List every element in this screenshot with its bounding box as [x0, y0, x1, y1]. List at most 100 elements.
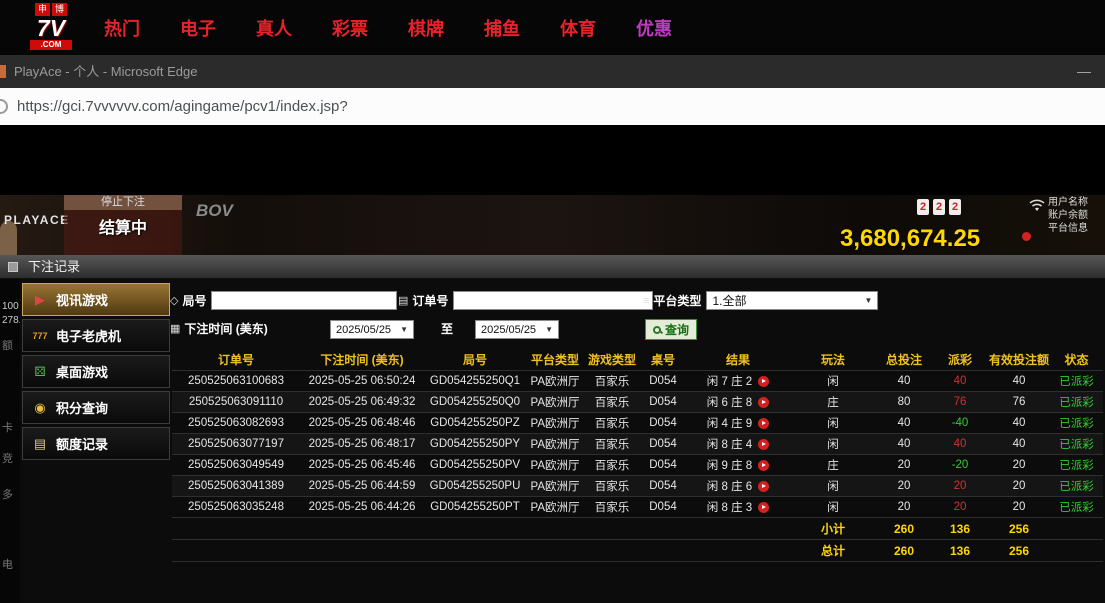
- replay-icon[interactable]: [758, 481, 769, 492]
- jackpot-amount: 3,680,674.25: [840, 225, 980, 253]
- cell-status: 已派彩: [1050, 415, 1103, 431]
- cell-platform-type: PA欧洲厅: [526, 457, 584, 473]
- nav-item[interactable]: 真人: [256, 15, 292, 41]
- ledger-icon: ▤: [31, 436, 49, 452]
- cell-bet-time: 2025-05-25 06:49:32: [300, 396, 424, 408]
- window-title: PlayAce - 个人 - Microsoft Edge: [14, 55, 198, 88]
- replay-icon[interactable]: [758, 502, 769, 513]
- replay-icon[interactable]: [758, 439, 769, 450]
- table-row: 2505250630771972025-05-25 06:48:17GD0542…: [172, 434, 1103, 455]
- search-button-label: 查询: [665, 321, 689, 338]
- table-watermark: BOV: [196, 201, 233, 221]
- cell-order-number: 250525063100683: [172, 375, 300, 387]
- records-content: 局号 订单号 平台类型 1.全部: [170, 279, 1105, 603]
- sidebar-item-label: 额度记录: [56, 434, 108, 453]
- sidebar-item-label: 电子老虎机: [56, 326, 121, 345]
- site-logo[interactable]: 申 博 7V .COM: [22, 3, 80, 50]
- table-header: 订单号下注时间 (美东)局号平台类型游戏类型桌号结果玩法总投注派彩有效投注额状态: [172, 349, 1103, 371]
- round-label: 局号: [182, 292, 206, 309]
- username-label: 用户名称: [1048, 196, 1088, 209]
- page-fragment: 278.: [2, 315, 20, 326]
- cell-status: 已派彩: [1050, 499, 1103, 515]
- round-icon: [170, 294, 178, 307]
- sidebar-item-slot[interactable]: 777电子老虎机: [22, 319, 170, 352]
- game-background: PLAYACE 停止下注 结算中 BOV 222 3,680,674.25 用户…: [0, 195, 1105, 255]
- cell-valid-bet: 20: [988, 459, 1050, 471]
- cell-table-number: D054: [640, 417, 686, 429]
- sidebar-item-video[interactable]: ▶视讯游戏: [22, 283, 170, 316]
- minimize-icon[interactable]: [1077, 55, 1091, 88]
- cell-status: 已派彩: [1050, 373, 1103, 389]
- chevron-down-icon: [537, 325, 553, 334]
- replay-icon[interactable]: [758, 376, 769, 387]
- cell-round-id: GD054255250PV: [424, 459, 526, 471]
- sidebar-item-dice[interactable]: ⚄桌面游戏: [22, 355, 170, 388]
- nav-item[interactable]: 捕鱼: [484, 15, 520, 41]
- cell-platform-type: PA欧洲厅: [526, 415, 584, 431]
- page-fragment: 竞: [2, 450, 13, 466]
- col-header-game-type: 游戏类型: [584, 351, 640, 368]
- cell-game-type: 百家乐: [584, 373, 640, 389]
- cell-round-id: GD054255250PT: [424, 501, 526, 513]
- modal-title: 下注记录: [28, 255, 80, 279]
- cell-bet-time: 2025-05-25 06:44:26: [300, 501, 424, 513]
- sidebar-item-chip[interactable]: ◉积分查询: [22, 391, 170, 424]
- replay-icon[interactable]: [758, 418, 769, 429]
- cell-total-bet: 20: [876, 501, 932, 513]
- cell-payout: 20: [932, 480, 988, 492]
- nav-item[interactable]: 棋牌: [408, 15, 444, 41]
- top-nav: 申 博 7V .COM 热门 电子 真人 彩票 棋牌 捕鱼 体育 优惠: [0, 0, 1105, 55]
- cell-total-bet: 40: [876, 417, 932, 429]
- cell-total-bet: 20: [876, 480, 932, 492]
- cell-table-number: D054: [640, 501, 686, 513]
- playing-card: 2: [917, 199, 929, 215]
- round-input[interactable]: [211, 291, 397, 310]
- cell-game-type: 百家乐: [584, 457, 640, 473]
- nav-item[interactable]: 热门: [104, 15, 140, 41]
- nav-item[interactable]: 体育: [560, 15, 596, 41]
- sidebar-item-ledger[interactable]: ▤ 额度记录: [22, 427, 170, 460]
- date-from-select[interactable]: 2025/05/25: [330, 320, 414, 339]
- calendar-icon: [170, 322, 180, 335]
- table-row: 2505250630352482025-05-25 06:44:26GD0542…: [172, 497, 1103, 518]
- cell-result: 闲 4 庄 9: [686, 415, 790, 431]
- cell-round-id: GD054255250Q0: [424, 396, 526, 408]
- cell-valid-bet: 40: [988, 438, 1050, 450]
- nav-item[interactable]: 电子: [180, 15, 216, 41]
- order-input[interactable]: [453, 291, 653, 310]
- cell-total-bet: 40: [876, 375, 932, 387]
- page-fragment: 卡: [2, 419, 13, 435]
- cell-game-type: 百家乐: [584, 499, 640, 515]
- cell-payout: -20: [932, 459, 988, 471]
- browser-titlebar: PlayAce - 个人 - Microsoft Edge: [0, 55, 1105, 88]
- cell-platform-type: PA欧洲厅: [526, 394, 584, 410]
- cell-round-id: GD054255250PY: [424, 438, 526, 450]
- nav-item[interactable]: 彩票: [332, 15, 368, 41]
- underlying-page-fragments: 100278.额卡竞多电: [0, 279, 20, 603]
- cell-result: 闲 8 庄 3: [686, 499, 790, 515]
- platform-label: 平台信息: [1048, 222, 1088, 235]
- replay-icon[interactable]: [758, 397, 769, 408]
- cell-play-type: 闲: [790, 499, 876, 515]
- nav-item[interactable]: 优惠: [636, 15, 672, 41]
- stop-betting-label: 停止下注: [64, 195, 182, 210]
- date-to-select[interactable]: 2025/05/25: [475, 320, 559, 339]
- cell-status: 已派彩: [1050, 436, 1103, 452]
- top-nav-items: 热门 电子 真人 彩票 棋牌 捕鱼 体育 优惠: [104, 0, 672, 55]
- search-button[interactable]: 查询: [645, 319, 697, 340]
- platform-label-wrap: 平台类型: [643, 292, 701, 309]
- url-text[interactable]: https://gci.7vvvvvv.com/agingame/pcv1/in…: [17, 88, 348, 125]
- cell-result: 闲 8 庄 6: [686, 478, 790, 494]
- col-header-play-type: 玩法: [790, 351, 876, 368]
- platform-select[interactable]: 1.全部: [706, 291, 878, 310]
- cell-round-id: GD054255250PU: [424, 480, 526, 492]
- date-from-value: 2025/05/25: [336, 324, 391, 336]
- screen: 申 博 7V .COM 热门 电子 真人 彩票 棋牌 捕鱼 体育 优惠 PlayAce - 个…: [0, 0, 1105, 603]
- round-filter: 局号: [170, 291, 397, 310]
- cell-table-number: D054: [640, 480, 686, 492]
- order-icon: [398, 294, 408, 307]
- platform-type-label: 平台类型: [653, 292, 701, 309]
- replay-icon[interactable]: [758, 460, 769, 471]
- modal-sidebar: ▶视讯游戏777电子老虎机⚄桌面游戏◉积分查询 ▤ 额度记录: [22, 283, 170, 463]
- col-header-status: 状态: [1050, 351, 1103, 368]
